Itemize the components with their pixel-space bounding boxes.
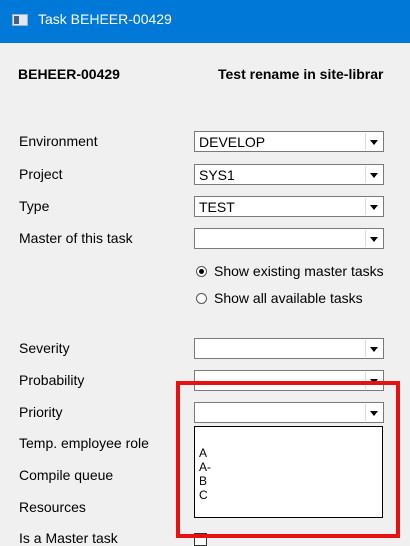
is-master-task-label: Is a Master task bbox=[19, 530, 118, 546]
radio-unselected-icon bbox=[196, 293, 207, 304]
radio-selected-icon bbox=[196, 266, 207, 277]
priority-label: Priority bbox=[19, 404, 63, 420]
environment-combobox[interactable]: DEVELOP bbox=[194, 131, 384, 152]
app-window-icon bbox=[12, 14, 28, 26]
chevron-down-icon[interactable] bbox=[365, 340, 382, 357]
type-label: Type bbox=[19, 198, 50, 214]
show-existing-master-radio[interactable]: Show existing master tasks bbox=[196, 263, 384, 279]
resources-label: Resources bbox=[19, 499, 86, 515]
severity-label: Severity bbox=[19, 340, 70, 356]
severity-combobox[interactable] bbox=[194, 338, 384, 359]
radio-label: Show existing master tasks bbox=[214, 263, 384, 279]
type-value: TEST bbox=[199, 199, 235, 215]
chevron-down-icon[interactable] bbox=[365, 230, 382, 247]
radio-label: Show all available tasks bbox=[214, 290, 363, 306]
project-combobox[interactable]: SYS1 bbox=[194, 164, 384, 185]
project-label: Project bbox=[19, 166, 63, 182]
show-all-tasks-radio[interactable]: Show all available tasks bbox=[196, 290, 363, 306]
title-bar: Task BEHEER-00429 bbox=[0, 0, 410, 43]
chevron-down-icon[interactable] bbox=[365, 166, 382, 183]
chevron-down-icon[interactable] bbox=[365, 198, 382, 215]
window-title: Task BEHEER-00429 bbox=[38, 11, 172, 27]
type-combobox[interactable]: TEST bbox=[194, 196, 384, 217]
probability-label: Probability bbox=[19, 372, 85, 388]
chevron-down-icon[interactable] bbox=[365, 133, 382, 150]
project-value: SYS1 bbox=[199, 167, 235, 183]
task-code: BEHEER-00429 bbox=[18, 66, 120, 82]
master-label: Master of this task bbox=[19, 230, 133, 246]
highlight-box bbox=[176, 381, 400, 538]
master-combobox[interactable] bbox=[194, 228, 384, 249]
compile-queue-label: Compile queue bbox=[19, 467, 114, 483]
environment-label: Environment bbox=[19, 133, 98, 149]
environment-value: DEVELOP bbox=[199, 134, 266, 150]
temp-employee-role-label: Temp. employee role bbox=[19, 435, 149, 451]
task-description: Test rename in site-librar bbox=[218, 66, 384, 82]
